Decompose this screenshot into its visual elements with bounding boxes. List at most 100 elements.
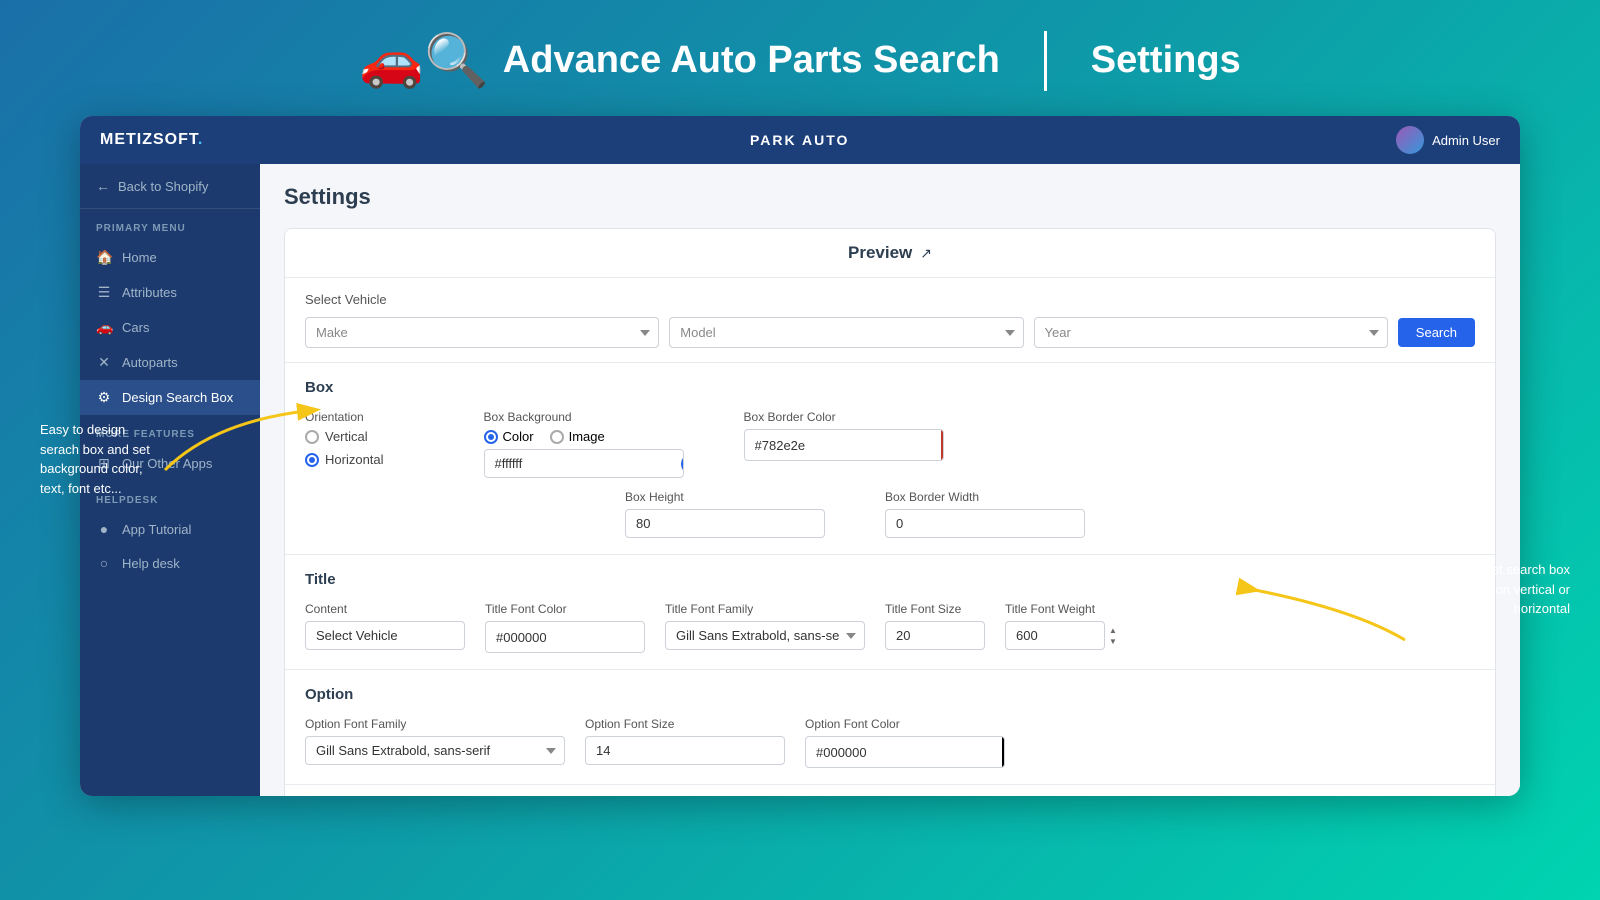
user-name: Admin User	[1432, 133, 1500, 148]
title-color-wrap	[485, 621, 645, 653]
border-color-label: Box Border Color	[744, 410, 944, 424]
bg-color-input-wrap	[484, 449, 684, 478]
option-font-color-group: Option Font Color	[805, 717, 1005, 768]
settings-icon: ⚙	[96, 389, 112, 406]
top-nav: METIZSOFT. PARK AUTO Admin User	[80, 116, 1520, 164]
brand-name: METIZSOFT.	[100, 131, 203, 149]
title-font-family-select[interactable]: Gill Sans Extrabold, sans-serif	[665, 621, 865, 650]
header-logo: 🚗🔍 Advance Auto Parts Search	[359, 30, 1000, 91]
border-color-swatch[interactable]	[941, 430, 944, 460]
title-content-group: Content	[305, 602, 465, 650]
title-font-size-group: Title Font Size	[885, 602, 985, 650]
option-color-swatch[interactable]	[1002, 737, 1005, 767]
option-font-family-label: Option Font Family	[305, 717, 565, 731]
box-second-row: Box Height Box Border Width	[305, 490, 1475, 538]
help-icon: ○	[96, 555, 112, 571]
border-color-input[interactable]	[745, 432, 941, 459]
right-yellow-arrow	[1235, 570, 1415, 650]
title-font-family-group: Title Font Family Gill Sans Extrabold, s…	[665, 602, 865, 650]
preview-vehicle-section: Select Vehicle Make Model Year Search	[285, 278, 1495, 363]
back-to-shopify-link[interactable]: ← Back to Shopify	[80, 164, 260, 209]
title-font-weight-wrap: ▲ ▼	[1005, 621, 1117, 650]
page-header: 🚗🔍 Advance Auto Parts Search Settings	[0, 0, 1600, 116]
sidebar-item-help-desk[interactable]: ○ Help desk	[80, 546, 260, 580]
box-height-input[interactable]	[625, 509, 825, 538]
cars-icon: 🚗	[96, 319, 112, 336]
toggle-track[interactable]	[681, 454, 684, 474]
option-section-title: Option	[305, 686, 1475, 703]
color-option[interactable]: Color	[484, 429, 534, 444]
search-button[interactable]: Search	[1398, 318, 1475, 347]
external-link-icon: ↗	[920, 245, 932, 262]
preview-title: Preview	[848, 243, 912, 263]
bg-color-input[interactable]	[485, 450, 681, 477]
option-font-color-input[interactable]	[806, 739, 1002, 766]
user-area: Admin User	[1396, 126, 1500, 154]
title-content-label: Content	[305, 602, 465, 616]
title-font-size-label: Title Font Size	[885, 602, 985, 616]
settings-panel: Preview ↗ Select Vehicle Make Model	[284, 228, 1496, 796]
title-font-family-label: Title Font Family	[665, 602, 865, 616]
title-font-color-group: Title Font Color	[485, 602, 645, 653]
option-font-family-select[interactable]: Gill Sans Extrabold, sans-serif	[305, 736, 565, 765]
main-content: Settings Preview ↗ Select Vehicle Make	[260, 164, 1520, 796]
box-form-grid: Orientation Vertical Horizontal	[305, 410, 1475, 478]
font-weight-spinner[interactable]: ▲ ▼	[1109, 626, 1117, 646]
title-font-weight-input[interactable]	[1005, 621, 1105, 650]
left-annotation: Easy to design serach box and set backgr…	[40, 420, 160, 498]
left-yellow-arrow	[155, 380, 335, 480]
image-radio[interactable]	[550, 430, 564, 444]
car-search-icon: 🚗🔍	[359, 30, 489, 91]
box-section: Box Orientation Vertical	[285, 363, 1495, 555]
tutorial-icon: ●	[96, 521, 112, 537]
image-option[interactable]: Image	[550, 429, 605, 444]
border-color-group: Box Border Color	[744, 410, 944, 461]
box-height-group: Box Height	[625, 490, 825, 538]
header-title: Advance Auto Parts Search	[503, 39, 1000, 82]
option-font-color-label: Option Font Color	[805, 717, 1005, 731]
border-color-input-wrap	[744, 429, 944, 461]
option-section: Option Option Font Family Gill Sans Extr…	[285, 670, 1495, 785]
store-name: PARK AUTO	[203, 132, 1396, 148]
title-content-input[interactable]	[305, 621, 465, 650]
primary-menu-label: PRIMARY MENU	[80, 209, 260, 240]
preview-header: Preview ↗	[285, 229, 1495, 278]
title-font-color-label: Title Font Color	[485, 602, 645, 616]
header-divider	[1044, 31, 1047, 91]
bg-label: Box Background	[484, 410, 684, 424]
page-title: Settings	[284, 184, 1496, 210]
sidebar-item-autoparts[interactable]: ✕ Autoparts	[80, 345, 260, 380]
make-select[interactable]: Make	[305, 317, 659, 348]
option-font-size-input[interactable]	[585, 736, 785, 765]
model-select[interactable]: Model	[669, 317, 1023, 348]
option-color-wrap	[805, 736, 1005, 768]
bg-group: Box Background Color Image	[484, 410, 684, 478]
button-section: Button Content Button Font Family Gill S…	[285, 785, 1495, 796]
sidebar-item-cars[interactable]: 🚗 Cars	[80, 310, 260, 345]
user-avatar	[1396, 126, 1424, 154]
option-font-size-group: Option Font Size	[585, 717, 785, 765]
select-vehicle-label: Select Vehicle	[305, 292, 1475, 307]
back-arrow-icon: ←	[96, 178, 110, 194]
title-font-weight-label: Title Font Weight	[1005, 602, 1117, 616]
autoparts-icon: ✕	[96, 354, 112, 371]
box-height-label: Box Height	[625, 490, 825, 504]
border-width-label: Box Border Width	[885, 490, 1085, 504]
bg-color-toggle	[681, 454, 684, 474]
attributes-icon: ☰	[96, 284, 112, 301]
home-icon: 🏠	[96, 249, 112, 266]
title-font-color-input[interactable]	[486, 624, 645, 651]
sidebar-item-app-tutorial[interactable]: ● App Tutorial	[80, 512, 260, 546]
sidebar-item-home[interactable]: 🏠 Home	[80, 240, 260, 275]
header-settings-label: Settings	[1091, 39, 1241, 82]
right-annotation: Easy to set search box orientation verti…	[1430, 560, 1570, 619]
border-width-input[interactable]	[885, 509, 1085, 538]
color-radio[interactable]	[484, 430, 498, 444]
title-font-weight-group: Title Font Weight ▲ ▼	[1005, 602, 1117, 650]
title-font-size-input[interactable]	[885, 621, 985, 650]
year-select[interactable]: Year	[1034, 317, 1388, 348]
bg-options: Color Image	[484, 429, 684, 444]
option-form-grid: Option Font Family Gill Sans Extrabold, …	[305, 717, 1475, 768]
border-width-group: Box Border Width	[885, 490, 1085, 538]
sidebar-item-attributes[interactable]: ☰ Attributes	[80, 275, 260, 310]
